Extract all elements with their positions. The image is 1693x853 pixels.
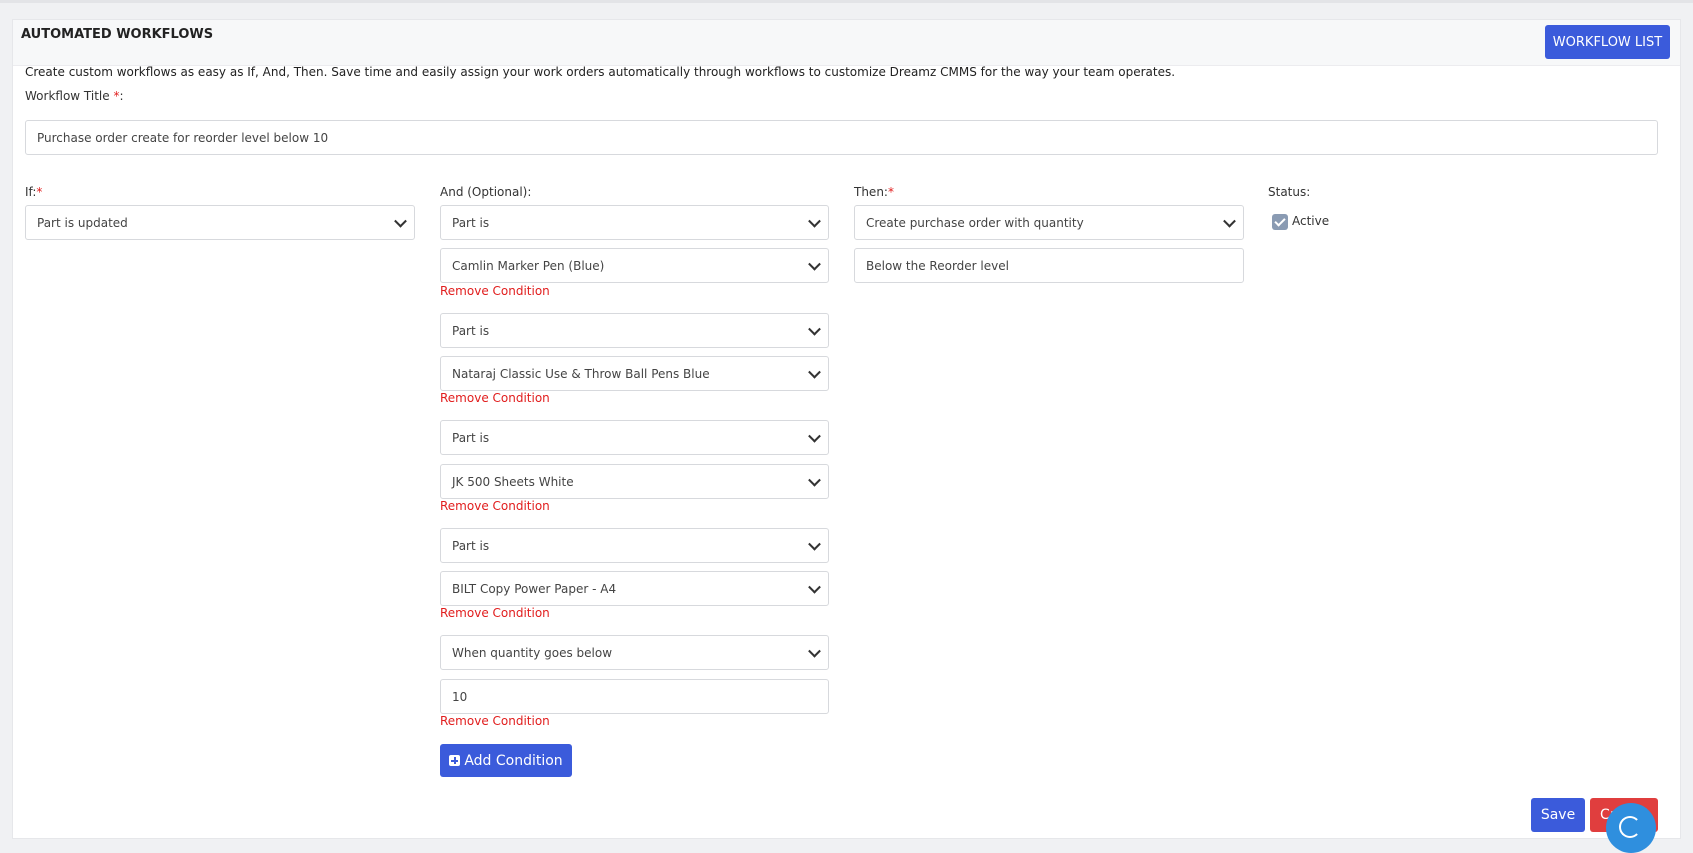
page-description: Create custom workflows as easy as If, A… [25, 65, 1176, 79]
then-label-text: Then: [854, 185, 888, 199]
and-condition-field-select[interactable]: Part is [440, 528, 829, 563]
and-condition-value: Nataraj Classic Use & Throw Ball Pens Bl… [452, 366, 710, 381]
chevron-down-icon [808, 537, 821, 551]
add-condition-button[interactable]: Add Condition [440, 744, 572, 777]
and-condition-value: BILT Copy Power Paper - A4 [452, 581, 617, 596]
and-condition-field-value: Part is [452, 430, 490, 445]
and-condition-field-select[interactable]: When quantity goes below [440, 635, 829, 670]
chevron-down-icon [1223, 214, 1236, 228]
if-trigger-select[interactable]: Part is updated [25, 205, 415, 240]
and-condition-value-select[interactable]: BILT Copy Power Paper - A4 [440, 571, 829, 606]
quantity-threshold-input[interactable]: 10 [440, 679, 829, 714]
top-divider [0, 0, 1693, 3]
required-mark: * [36, 185, 43, 199]
remove-condition-link[interactable]: Remove Condition [440, 714, 550, 728]
then-label: Then:* [854, 185, 894, 199]
page-title: AUTOMATED WORKFLOWS [21, 27, 214, 42]
chat-widget-icon[interactable] [1606, 803, 1656, 853]
and-condition-field-select[interactable]: Part is [440, 313, 829, 348]
if-trigger-value: Part is updated [37, 215, 128, 230]
and-condition-field-value: Part is [452, 215, 490, 230]
remove-condition-link[interactable]: Remove Condition [440, 391, 550, 405]
add-condition-label: Add Condition [464, 752, 563, 769]
status-label: Status: [1268, 185, 1311, 199]
and-condition-value: Camlin Marker Pen (Blue) [452, 258, 605, 273]
chevron-down-icon [808, 473, 821, 487]
and-condition-value-select[interactable]: Camlin Marker Pen (Blue) [440, 248, 829, 283]
chevron-down-icon [808, 322, 821, 336]
chevron-down-icon [808, 429, 821, 443]
required-mark: * [887, 185, 894, 199]
workflow-title-label: Workflow Title *: [25, 89, 124, 103]
workflow-title-input[interactable]: Purchase order create for reorder level … [25, 120, 1658, 155]
and-condition-field-value: When quantity goes below [452, 645, 613, 660]
label-colon: : [119, 89, 124, 103]
then-quantity-input[interactable]: Below the Reorder level [854, 248, 1244, 283]
chevron-down-icon [394, 214, 407, 228]
chevron-down-icon [808, 644, 821, 658]
chevron-down-icon [808, 257, 821, 271]
chevron-down-icon [808, 580, 821, 594]
plus-square-icon [449, 755, 461, 766]
chevron-down-icon [808, 365, 821, 379]
and-condition-field-value: Part is [452, 538, 490, 553]
remove-condition-link[interactable]: Remove Condition [440, 284, 550, 298]
save-button[interactable]: Save [1531, 798, 1585, 832]
and-condition-value: JK 500 Sheets White [452, 474, 574, 489]
and-condition-field-value: Part is [452, 323, 490, 338]
and-condition-field-select[interactable]: Part is [440, 205, 829, 240]
active-checkbox[interactable] [1272, 214, 1288, 230]
workflow-list-button[interactable]: WORKFLOW LIST [1545, 25, 1670, 59]
if-label: If:* [25, 185, 42, 199]
and-condition-value-select[interactable]: JK 500 Sheets White [440, 464, 829, 499]
and-condition-field-select[interactable]: Part is [440, 420, 829, 455]
then-action-select[interactable]: Create purchase order with quantity [854, 205, 1244, 240]
quantity-threshold-value: 10 [452, 689, 468, 704]
chevron-down-icon [808, 214, 821, 228]
then-action-value: Create purchase order with quantity [866, 215, 1084, 230]
if-label-text: If: [25, 185, 37, 199]
remove-condition-link[interactable]: Remove Condition [440, 606, 550, 620]
and-label: And (Optional): [440, 185, 532, 199]
card-header: AUTOMATED WORKFLOWS WORKFLOW LIST [13, 20, 1680, 66]
workflow-title-label-text: Workflow Title [25, 89, 110, 103]
then-quantity-value: Below the Reorder level [866, 258, 1009, 273]
workflow-title-value: Purchase order create for reorder level … [37, 130, 329, 145]
and-condition-value-select[interactable]: Nataraj Classic Use & Throw Ball Pens Bl… [440, 356, 829, 391]
active-label: Active [1292, 214, 1330, 228]
remove-condition-link[interactable]: Remove Condition [440, 499, 550, 513]
